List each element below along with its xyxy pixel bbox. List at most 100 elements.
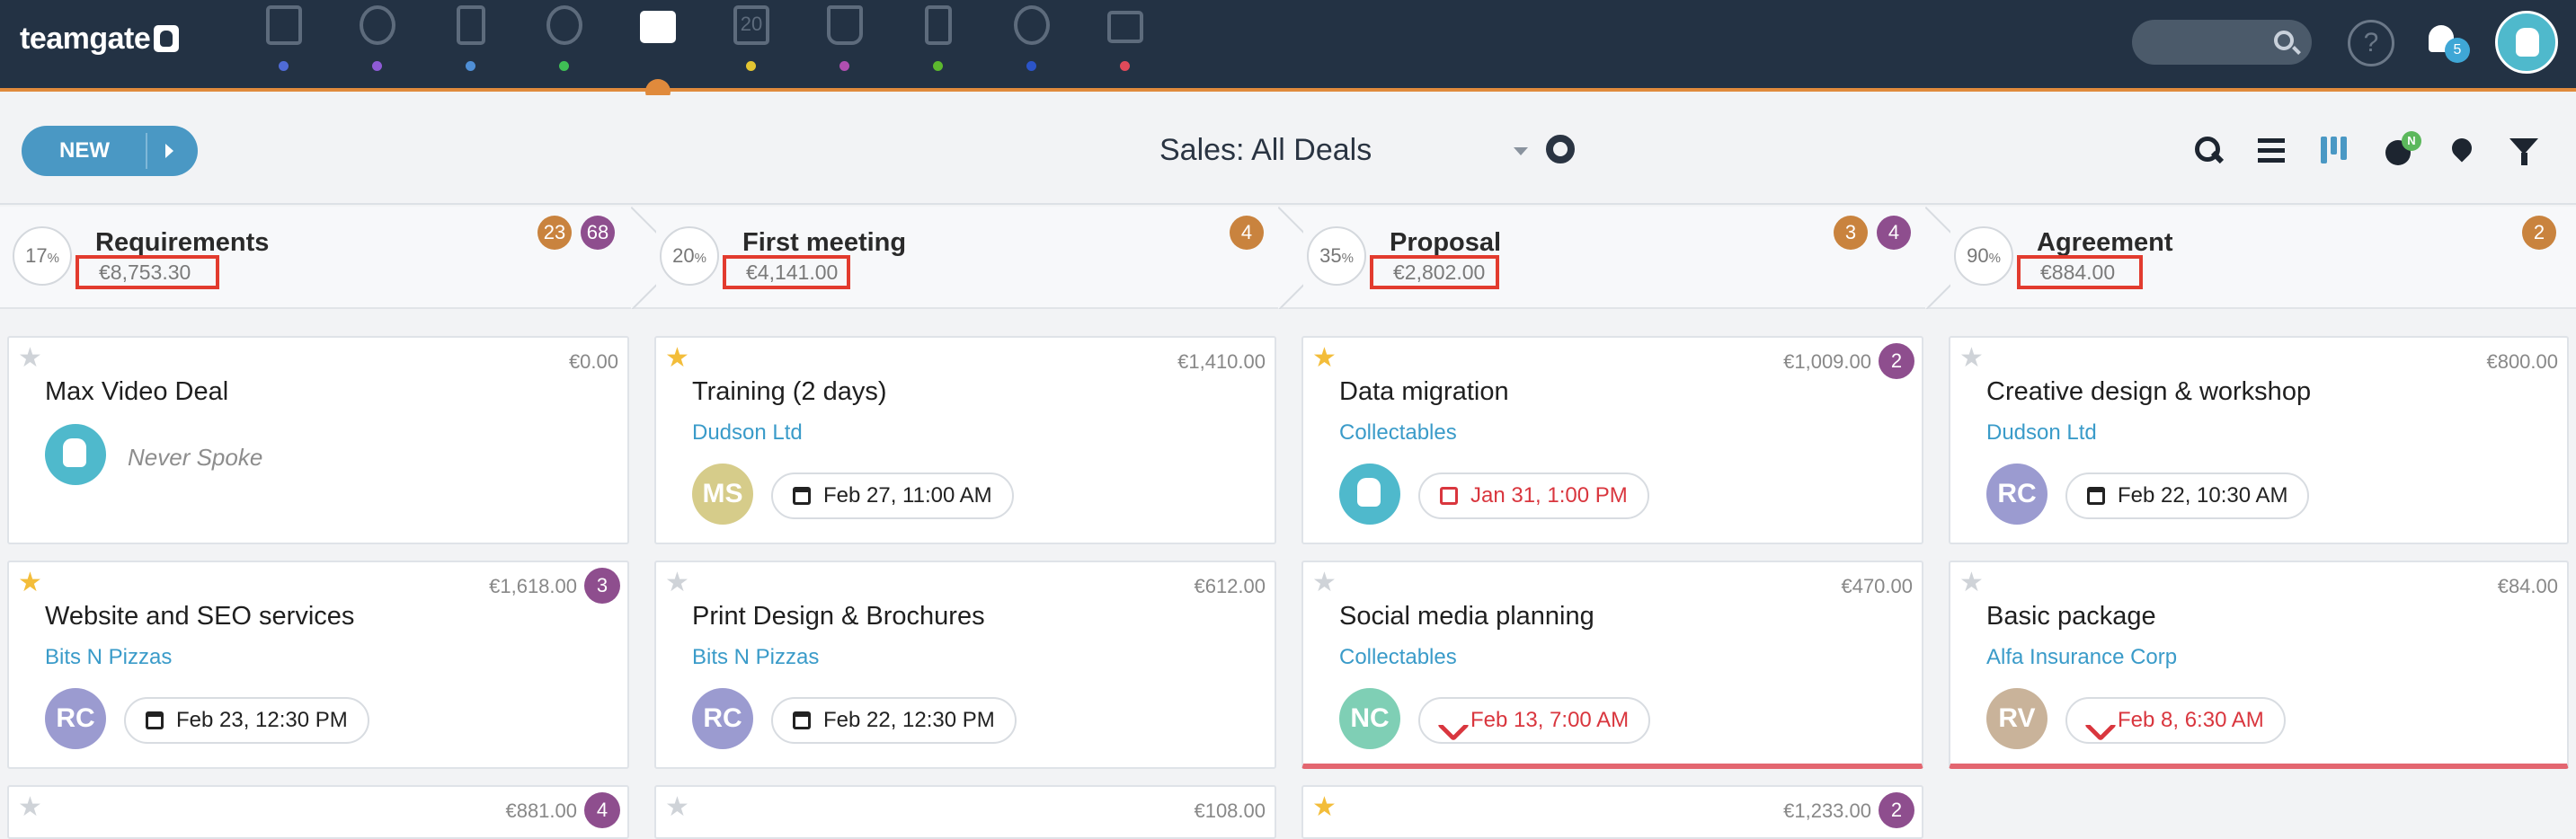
star-icon[interactable]: ★ — [1959, 345, 1984, 372]
notifications-bell-icon[interactable]: 5 — [2427, 22, 2470, 63]
activity-date: Feb 8, 6:30 AM — [2118, 708, 2264, 732]
dashboard-icon[interactable] — [262, 5, 306, 77]
star-icon[interactable]: ★ — [1312, 794, 1337, 821]
avatar[interactable] — [45, 424, 106, 485]
deal-title[interactable]: Creative design & workshop — [1986, 377, 2311, 407]
deal-amount: €612.00 — [1194, 575, 1266, 597]
deal-card[interactable]: ★ €1,410.00 Training (2 days) Dudson Ltd… — [654, 336, 1276, 544]
company-link[interactable]: Bits N Pizzas — [45, 645, 172, 670]
companies-icon[interactable] — [449, 5, 493, 77]
search-icon[interactable] — [2193, 135, 2225, 167]
target-icon[interactable] — [356, 5, 399, 77]
activity-pill[interactable]: Feb 22, 10:30 AM — [2065, 472, 2310, 519]
deal-title[interactable]: Training (2 days) — [692, 377, 887, 407]
avatar[interactable]: RV — [1986, 688, 2047, 749]
filter-icon[interactable] — [2509, 135, 2542, 167]
activity-pill[interactable]: Feb 27, 11:00 AM — [771, 472, 1014, 519]
chevron-right-icon[interactable] — [165, 144, 173, 158]
teamgate-logo[interactable]: teamgate — [20, 22, 180, 57]
avatar[interactable]: RC — [45, 688, 106, 749]
button-separator — [146, 133, 147, 169]
star-icon[interactable]: ★ — [665, 570, 689, 596]
stage-name: Requirements — [95, 228, 270, 257]
global-search-input[interactable] — [2132, 20, 2312, 65]
calendar-icon — [793, 711, 811, 729]
activity-pill[interactable]: Feb 13, 7:00 AM — [1418, 697, 1651, 744]
people-icon[interactable] — [543, 5, 586, 77]
deal-card[interactable]: ★ €1,233.00 2 — [1301, 785, 1923, 839]
stage-first-meeting[interactable]: 20% First meeting €4,141.00 4 — [647, 207, 1291, 309]
avatar[interactable]: NC — [1339, 688, 1400, 749]
deal-card[interactable]: ★ €612.00 Print Design & Brochures Bits … — [654, 561, 1276, 769]
deal-card[interactable]: ★ €1,009.00 2 Data migration Collectable… — [1301, 336, 1923, 544]
deal-title[interactable]: Data migration — [1339, 377, 1509, 407]
deal-amount: €1,233.00 — [1783, 799, 1871, 822]
star-icon[interactable]: ★ — [18, 794, 42, 821]
company-link[interactable]: Dudson Ltd — [692, 420, 803, 446]
company-link[interactable]: Alfa Insurance Corp — [1986, 645, 2177, 670]
activity-pill[interactable]: Feb 22, 12:30 PM — [771, 697, 1017, 744]
deals-briefcase-icon[interactable] — [636, 5, 680, 77]
top-navigation-bar: teamgate 20 ? 5 — [0, 0, 2576, 92]
company-link[interactable]: Collectables — [1339, 420, 1457, 446]
activity-pill[interactable]: Feb 8, 6:30 AM — [2065, 697, 2286, 744]
star-icon[interactable]: ★ — [1959, 570, 1984, 596]
deal-amount: €1,410.00 — [1177, 350, 1266, 373]
deal-card[interactable]: ★ €881.00 4 — [7, 785, 629, 839]
map-pin-icon[interactable] — [2447, 135, 2479, 167]
activity-clock-icon[interactable]: N — [2384, 131, 2421, 167]
deal-card[interactable]: ★ €0.00 Max Video Deal Never Spoke — [7, 336, 629, 544]
pipeline-view-title[interactable]: Sales: All Deals — [1159, 133, 1372, 168]
avatar[interactable]: RC — [1986, 464, 2047, 525]
stage-proposal[interactable]: 35% Proposal €2,802.00 3 4 — [1294, 207, 1938, 309]
files-icon[interactable] — [917, 5, 960, 77]
deal-card[interactable]: ★ €800.00 Creative design & workshop Dud… — [1949, 336, 2569, 544]
deal-title[interactable]: Print Design & Brochures — [692, 602, 985, 631]
new-deal-button[interactable]: NEW — [22, 126, 198, 176]
activity-pill[interactable]: Jan 31, 1:00 PM — [1418, 472, 1649, 519]
star-icon[interactable]: ★ — [665, 345, 689, 372]
stage-requirements[interactable]: 17% Requirements €8,753.30 23 68 — [0, 207, 644, 309]
activity-date: Feb 23, 12:30 PM — [176, 708, 348, 732]
deal-title[interactable]: Social media planning — [1339, 602, 1594, 631]
phone-icon — [1440, 711, 1458, 729]
logo-text: teamgate — [20, 22, 151, 56]
avatar[interactable] — [1339, 464, 1400, 525]
star-icon[interactable]: ★ — [1312, 345, 1337, 372]
help-icon[interactable]: ? — [2348, 20, 2394, 66]
company-link[interactable]: Dudson Ltd — [1986, 420, 2097, 446]
stage-probability: 20% — [660, 226, 719, 286]
deal-card[interactable]: ★ €1,618.00 3 Website and SEO services B… — [7, 561, 629, 769]
user-avatar[interactable] — [2495, 11, 2558, 74]
stage-agreement[interactable]: 90% Agreement €884.00 2 — [1941, 207, 2576, 309]
new-activity-badge: N — [2402, 131, 2421, 151]
list-view-icon[interactable] — [2256, 135, 2288, 167]
activity-pill[interactable]: Feb 23, 12:30 PM — [124, 697, 369, 744]
calendar-icon[interactable]: 20 — [730, 5, 773, 77]
deal-amount: €108.00 — [1194, 799, 1266, 822]
mail-icon[interactable] — [1104, 5, 1147, 77]
deal-card[interactable]: ★ €470.00 Social media planning Collecta… — [1301, 561, 1923, 769]
chevron-down-icon[interactable] — [1514, 147, 1528, 155]
gear-icon[interactable] — [1546, 135, 1575, 163]
stage-amount: €2,802.00 — [1370, 255, 1499, 289]
task-check-icon — [1440, 487, 1458, 505]
deal-title[interactable]: Basic package — [1986, 602, 2156, 631]
leads-icon[interactable] — [823, 5, 866, 77]
avatar[interactable]: RC — [692, 688, 753, 749]
avatar[interactable]: MS — [692, 464, 753, 525]
deal-amount: €84.00 — [2497, 575, 2558, 597]
deal-title[interactable]: Website and SEO services — [45, 602, 354, 631]
star-icon[interactable]: ★ — [18, 570, 42, 596]
board-view-icon[interactable] — [2319, 135, 2351, 167]
star-icon[interactable]: ★ — [665, 794, 689, 821]
deal-card[interactable]: ★ €108.00 — [654, 785, 1276, 839]
star-icon[interactable]: ★ — [1312, 570, 1337, 596]
star-icon[interactable]: ★ — [18, 345, 42, 372]
deal-title[interactable]: Max Video Deal — [45, 377, 228, 407]
company-link[interactable]: Bits N Pizzas — [692, 645, 819, 670]
company-link[interactable]: Collectables — [1339, 645, 1457, 670]
stage-count-badge: 2 — [2522, 216, 2556, 250]
reports-pie-icon[interactable] — [1010, 5, 1053, 77]
deal-card[interactable]: ★ €84.00 Basic package Alfa Insurance Co… — [1949, 561, 2569, 769]
